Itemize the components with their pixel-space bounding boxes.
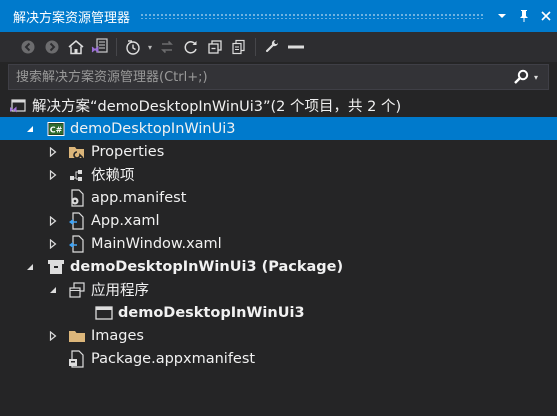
expanded-arrow-icon[interactable] (22, 121, 38, 137)
tree-item-label: Images (91, 327, 144, 344)
minus-icon (288, 45, 304, 49)
back-button[interactable] (16, 35, 40, 59)
tree-item-mainwindow-xaml[interactable]: MainWindow.xaml (8, 232, 557, 255)
collapsed-arrow-icon[interactable] (45, 144, 61, 160)
svg-text:C#: C# (50, 125, 63, 134)
tree-item-label: Properties (91, 143, 165, 160)
toolbar: ▾ (0, 32, 557, 62)
csharp-project-icon: C# (46, 119, 66, 139)
switch-views-button[interactable] (88, 35, 112, 59)
applications-label: 应用程序 (91, 283, 149, 299)
home-button[interactable] (64, 35, 88, 59)
close-button[interactable] (535, 5, 557, 27)
home-icon (68, 40, 84, 55)
tree-item-images[interactable]: Images (8, 324, 557, 347)
collapse-all-button[interactable] (203, 35, 227, 59)
tree-item-label: demoDesktopInWinUi3 (118, 304, 305, 321)
tree-item-app-xaml[interactable]: App.xaml (8, 209, 557, 232)
filter-dropdown[interactable]: ▾ (145, 43, 155, 52)
switch-views-icon (91, 38, 108, 54)
tree-item-properties[interactable]: Properties (8, 140, 557, 163)
chevron-down-icon (498, 14, 506, 18)
show-all-files-icon (232, 39, 245, 55)
tree-item-package-appxmanifest[interactable]: Package.appxmanifest (8, 347, 557, 370)
package-project-icon (46, 257, 66, 277)
search-box: ▾ (8, 64, 549, 90)
tree-item-dependencies[interactable]: 依赖项 (8, 163, 557, 186)
solution-tree: 解决方案“demoDesktopInWinUi3”(2 个项目，共 2 个) C… (0, 94, 557, 370)
solution-label: 解决方案“demoDesktopInWinUi3”(2 个项目，共 2 个) (32, 99, 402, 115)
collapsed-arrow-icon[interactable] (45, 213, 61, 229)
xaml-file-icon (67, 211, 87, 231)
collapsed-arrow-icon[interactable] (45, 328, 61, 344)
tree-item-label: app.manifest (91, 189, 187, 206)
tree-item-package-project[interactable]: demoDesktopInWinUi3 (Package) (8, 255, 557, 278)
tree-item-applications[interactable]: 应用程序 (8, 278, 557, 301)
project-label: demoDesktopInWinUi3 (70, 120, 236, 137)
window-position-dropdown[interactable] (491, 5, 513, 27)
title-drag-grip[interactable] (140, 13, 483, 19)
window-title: 解决方案资源管理器 (13, 10, 131, 26)
search-button[interactable] (508, 65, 534, 89)
history-clock-icon (126, 40, 140, 55)
toolbar-separator (116, 38, 117, 56)
search-icon (514, 69, 529, 84)
close-icon (541, 11, 551, 21)
show-all-files-button[interactable] (227, 35, 251, 59)
properties-folder-icon (67, 142, 87, 162)
tree-item-solution[interactable]: 解决方案“demoDesktopInWinUi3”(2 个项目，共 2 个) (8, 94, 557, 117)
tree-item-label: 依赖项 (91, 168, 135, 184)
tree-item-project[interactable]: C# demoDesktopInWinUi3 (0, 117, 557, 140)
solution-icon (8, 96, 28, 116)
tree-item-label: Package.appxmanifest (91, 350, 256, 367)
forward-button[interactable] (40, 35, 64, 59)
package-project-label: demoDesktopInWinUi3 (Package) (70, 258, 344, 275)
collapsed-arrow-icon[interactable] (45, 167, 61, 183)
back-arrow-icon (21, 40, 35, 54)
applications-folder-icon (67, 280, 87, 300)
manifest-file-icon (67, 188, 87, 208)
collapse-all-icon (208, 40, 222, 54)
expanded-arrow-icon[interactable] (22, 259, 38, 275)
tree-item-app-manifest[interactable]: app.manifest (8, 186, 557, 209)
sync-icon (161, 40, 173, 54)
pin-icon (520, 10, 528, 22)
search-options-dropdown[interactable]: ▾ (534, 73, 548, 82)
preview-selected-items-button[interactable] (284, 35, 308, 59)
tree-item-label: App.xaml (91, 212, 160, 229)
tree-item-label: MainWindow.xaml (91, 235, 222, 252)
search-input[interactable] (9, 65, 508, 89)
collapsed-arrow-icon[interactable] (45, 236, 61, 252)
properties-button[interactable] (260, 35, 284, 59)
appxmanifest-file-icon (67, 349, 87, 369)
refresh-icon (184, 41, 197, 54)
application-window-icon (94, 303, 114, 323)
expanded-arrow-icon[interactable] (45, 282, 61, 298)
tree-item-application-reference[interactable]: demoDesktopInWinUi3 (8, 301, 557, 324)
forward-arrow-icon (45, 40, 59, 54)
pending-changes-filter-button[interactable] (121, 35, 145, 59)
wrench-icon (265, 39, 279, 53)
title-bar: 解决方案资源管理器 (0, 0, 557, 32)
pin-button[interactable] (513, 5, 535, 27)
folder-icon (67, 326, 87, 346)
xaml-file-icon (67, 234, 87, 254)
toolbar-separator (255, 38, 256, 56)
sync-active-document-button[interactable] (155, 35, 179, 59)
refresh-button[interactable] (179, 35, 203, 59)
dependencies-icon (67, 165, 87, 185)
